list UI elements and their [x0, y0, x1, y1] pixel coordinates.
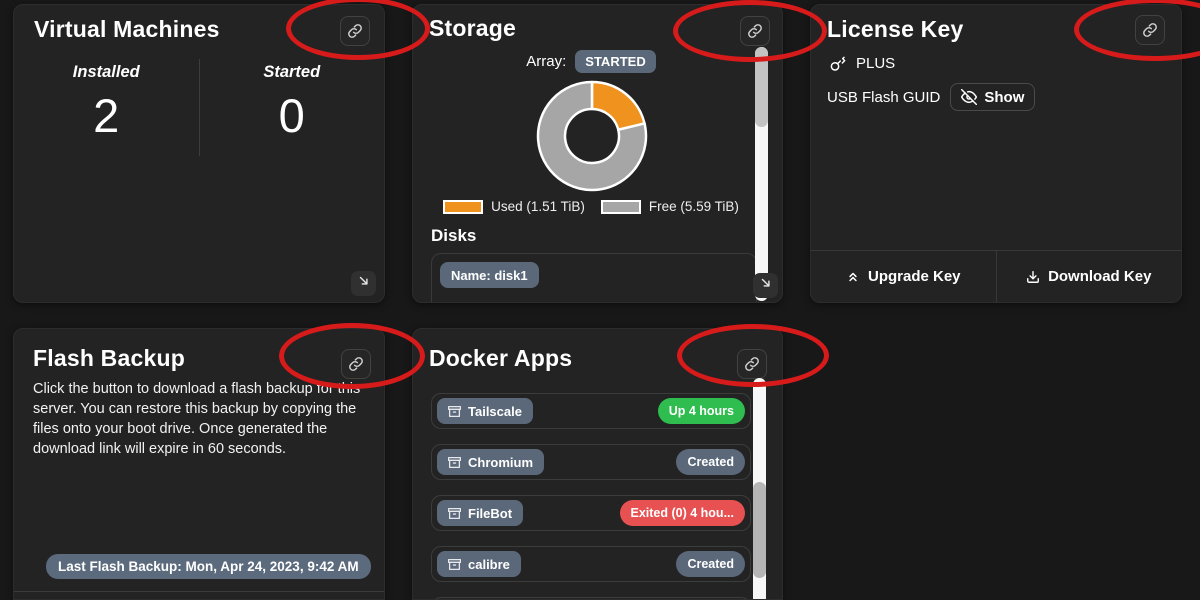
docker-scrollbar[interactable] [753, 378, 766, 600]
show-button-label: Show [984, 89, 1024, 106]
legend-used-label: Used (1.51 TiB) [491, 199, 585, 214]
license-key-title: License Key [827, 16, 963, 43]
docker-app-name: calibre [468, 557, 510, 572]
vm-installed-stat: Installed 2 [14, 59, 199, 156]
link-icon [347, 23, 363, 39]
storage-scrollbar[interactable] [755, 47, 768, 301]
storage-card: Storage Array: STARTED Used (1.51 TiB) F… [412, 4, 783, 303]
vm-started-value: 0 [200, 90, 385, 142]
show-guid-button[interactable]: Show [950, 83, 1035, 111]
legend-free: Free (5.59 TiB) [601, 199, 739, 214]
download-key-label: Download Key [1048, 268, 1151, 285]
unraid-dashboard: Virtual Machines Installed 2 Started 0 S… [0, 0, 1200, 600]
chevrons-up-icon [846, 270, 860, 284]
storage-title: Storage [429, 15, 516, 42]
docker-app-name: Tailscale [468, 404, 522, 419]
storage-resize-handle[interactable] [753, 273, 778, 298]
flash-backup-link-button[interactable] [341, 349, 371, 379]
virtual-machines-title: Virtual Machines [34, 16, 220, 43]
eye-off-icon [961, 89, 977, 105]
docker-status-badge: Up 4 hours [658, 398, 745, 424]
download-key-button[interactable]: Download Key [997, 251, 1182, 302]
docker-app-list: Tailscale Up 4 hours Chromium Created [431, 393, 751, 600]
last-flash-backup-badge: Last Flash Backup: Mon, Apr 24, 2023, 9:… [46, 554, 371, 579]
key-icon [830, 56, 846, 72]
guid-label: USB Flash GUID [827, 89, 940, 106]
array-status-badge: STARTED [575, 50, 655, 73]
flash-backup-card: Flash Backup Click the button to downloa… [13, 328, 385, 600]
docker-row-tailscale: Tailscale Up 4 hours [431, 393, 751, 429]
docker-apps-card: Docker Apps Tailscale Up 4 hours [412, 328, 783, 600]
docker-row-calibre: calibre Created [431, 546, 751, 582]
vm-started-label: Started [200, 63, 385, 82]
license-footer: Upgrade Key Download Key [811, 250, 1181, 302]
free-swatch [601, 200, 641, 214]
docker-scrollbar-thumb[interactable] [753, 482, 766, 578]
virtual-machines-card: Virtual Machines Installed 2 Started 0 [13, 4, 385, 303]
link-icon [348, 356, 364, 372]
disks-panel: Name: disk1 [431, 253, 757, 303]
docker-apps-title: Docker Apps [429, 345, 572, 372]
download-icon [1026, 270, 1040, 284]
storage-scrollbar-thumb[interactable] [755, 47, 768, 127]
docker-status-badge: Exited (0) 4 hou... [620, 500, 746, 526]
container-box-icon [448, 507, 461, 520]
link-icon [747, 23, 763, 39]
vm-stats: Installed 2 Started 0 [14, 59, 384, 156]
storage-link-button[interactable] [740, 16, 770, 46]
license-guid-row: USB Flash GUID Show [827, 83, 1035, 111]
docker-app-name-pill[interactable]: FileBot [437, 500, 523, 526]
used-swatch [443, 200, 483, 214]
container-box-icon [448, 456, 461, 469]
vm-installed-value: 2 [14, 90, 199, 142]
vm-installed-label: Installed [14, 63, 199, 82]
virtual-machines-link-button[interactable] [340, 16, 370, 46]
disks-heading: Disks [431, 226, 476, 246]
docker-app-name-pill[interactable]: Chromium [437, 449, 544, 475]
link-icon [744, 356, 760, 372]
array-label: Array: [526, 53, 566, 70]
link-icon [1142, 22, 1158, 38]
license-plan-label: PLUS [856, 55, 895, 72]
license-key-card: License Key PLUS USB Flash GUID Show [810, 4, 1182, 303]
disk-name-badge[interactable]: Name: disk1 [440, 262, 539, 288]
vm-started-stat: Started 0 [199, 59, 385, 156]
upgrade-key-button[interactable]: Upgrade Key [811, 251, 997, 302]
license-plan-row: PLUS [830, 55, 895, 72]
docker-status-badge: Created [676, 551, 745, 577]
legend-free-label: Free (5.59 TiB) [649, 199, 739, 214]
upgrade-key-label: Upgrade Key [868, 268, 961, 285]
vm-resize-handle[interactable] [351, 271, 376, 296]
arrow-down-right-icon [759, 276, 773, 295]
container-box-icon [448, 405, 461, 418]
legend-used: Used (1.51 TiB) [443, 199, 585, 214]
donut-used-segment [592, 82, 645, 130]
docker-apps-link-button[interactable] [737, 349, 767, 379]
donut-legend: Used (1.51 TiB) Free (5.59 TiB) [413, 199, 769, 214]
storage-donut-chart [533, 77, 651, 195]
flash-footer-divider [14, 591, 384, 592]
docker-app-name: FileBot [468, 506, 512, 521]
docker-app-name-pill[interactable]: calibre [437, 551, 521, 577]
docker-status-badge: Created [676, 449, 745, 475]
docker-row-filebot: FileBot Exited (0) 4 hou... [431, 495, 751, 531]
docker-app-name-pill[interactable]: Tailscale [437, 398, 533, 424]
docker-row-chromium: Chromium Created [431, 444, 751, 480]
container-box-icon [448, 558, 461, 571]
flash-backup-description: Click the button to download a flash bac… [33, 379, 369, 459]
flash-backup-title: Flash Backup [33, 345, 185, 372]
arrow-down-right-icon [357, 274, 371, 293]
license-link-button[interactable] [1135, 15, 1165, 45]
docker-app-name: Chromium [468, 455, 533, 470]
array-status-row: Array: STARTED [413, 50, 769, 73]
